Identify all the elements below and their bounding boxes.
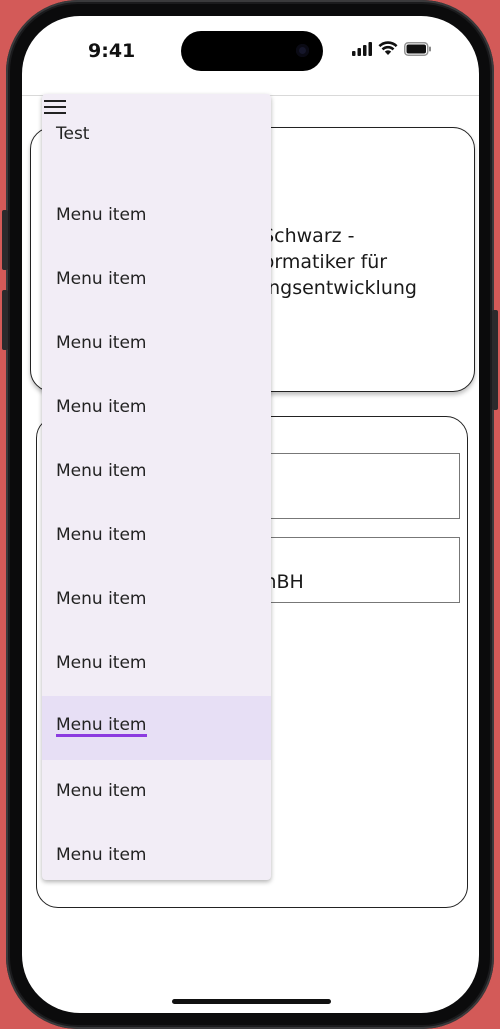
side-button-left-2 — [2, 290, 8, 350]
home-indicator — [172, 999, 331, 1004]
dynamic-island — [181, 31, 323, 71]
battery-icon — [404, 41, 432, 60]
menu-item-label: Menu item — [56, 525, 147, 545]
menu-item-label: Menu item — [56, 845, 147, 865]
menu-item-label: Menu item — [56, 781, 147, 801]
menu-item[interactable]: Menu item — [42, 184, 271, 248]
menu-item[interactable]: Menu item — [42, 568, 271, 632]
menu-item-label: Menu item — [56, 461, 147, 481]
menu-item-selected[interactable]: Menu item — [42, 696, 271, 760]
menu-item-label: Menu item — [56, 715, 147, 737]
cellular-signal-icon — [352, 41, 372, 60]
menu-header: Test — [56, 124, 90, 144]
side-button-left — [2, 210, 8, 270]
menu-item[interactable]: Menu item — [42, 248, 271, 312]
status-time: 9:41 — [88, 40, 136, 62]
hamburger-menu-icon[interactable] — [44, 100, 66, 116]
side-button-right — [492, 310, 498, 410]
status-icons — [352, 40, 432, 60]
details-field-1[interactable] — [244, 453, 460, 519]
menu-item-label: Menu item — [56, 589, 147, 609]
menu-item-label: Menu item — [56, 205, 147, 225]
details-field-2[interactable]: mBH — [244, 537, 460, 603]
menu-item[interactable]: Menu item — [42, 312, 271, 376]
menu-item[interactable]: Menu item — [42, 632, 271, 696]
wifi-icon — [378, 40, 398, 60]
menu-item-label: Menu item — [56, 653, 147, 673]
dropdown-menu: Test Menu item Menu item Menu item Menu … — [42, 94, 271, 880]
menu-item-label: Menu item — [56, 397, 147, 417]
menu-item-label: Menu item — [56, 333, 147, 353]
camera-icon — [296, 44, 309, 57]
menu-item-label: Menu item — [56, 269, 147, 289]
menu-item[interactable]: Menu item — [42, 440, 271, 504]
phone-screen: 9:41 n Sc — [22, 16, 479, 1013]
menu-item[interactable]: Menu item — [42, 376, 271, 440]
menu-item[interactable]: Menu item — [42, 760, 271, 824]
menu-item[interactable]: Menu item — [42, 504, 271, 568]
menu-item[interactable]: Menu item — [42, 824, 271, 880]
